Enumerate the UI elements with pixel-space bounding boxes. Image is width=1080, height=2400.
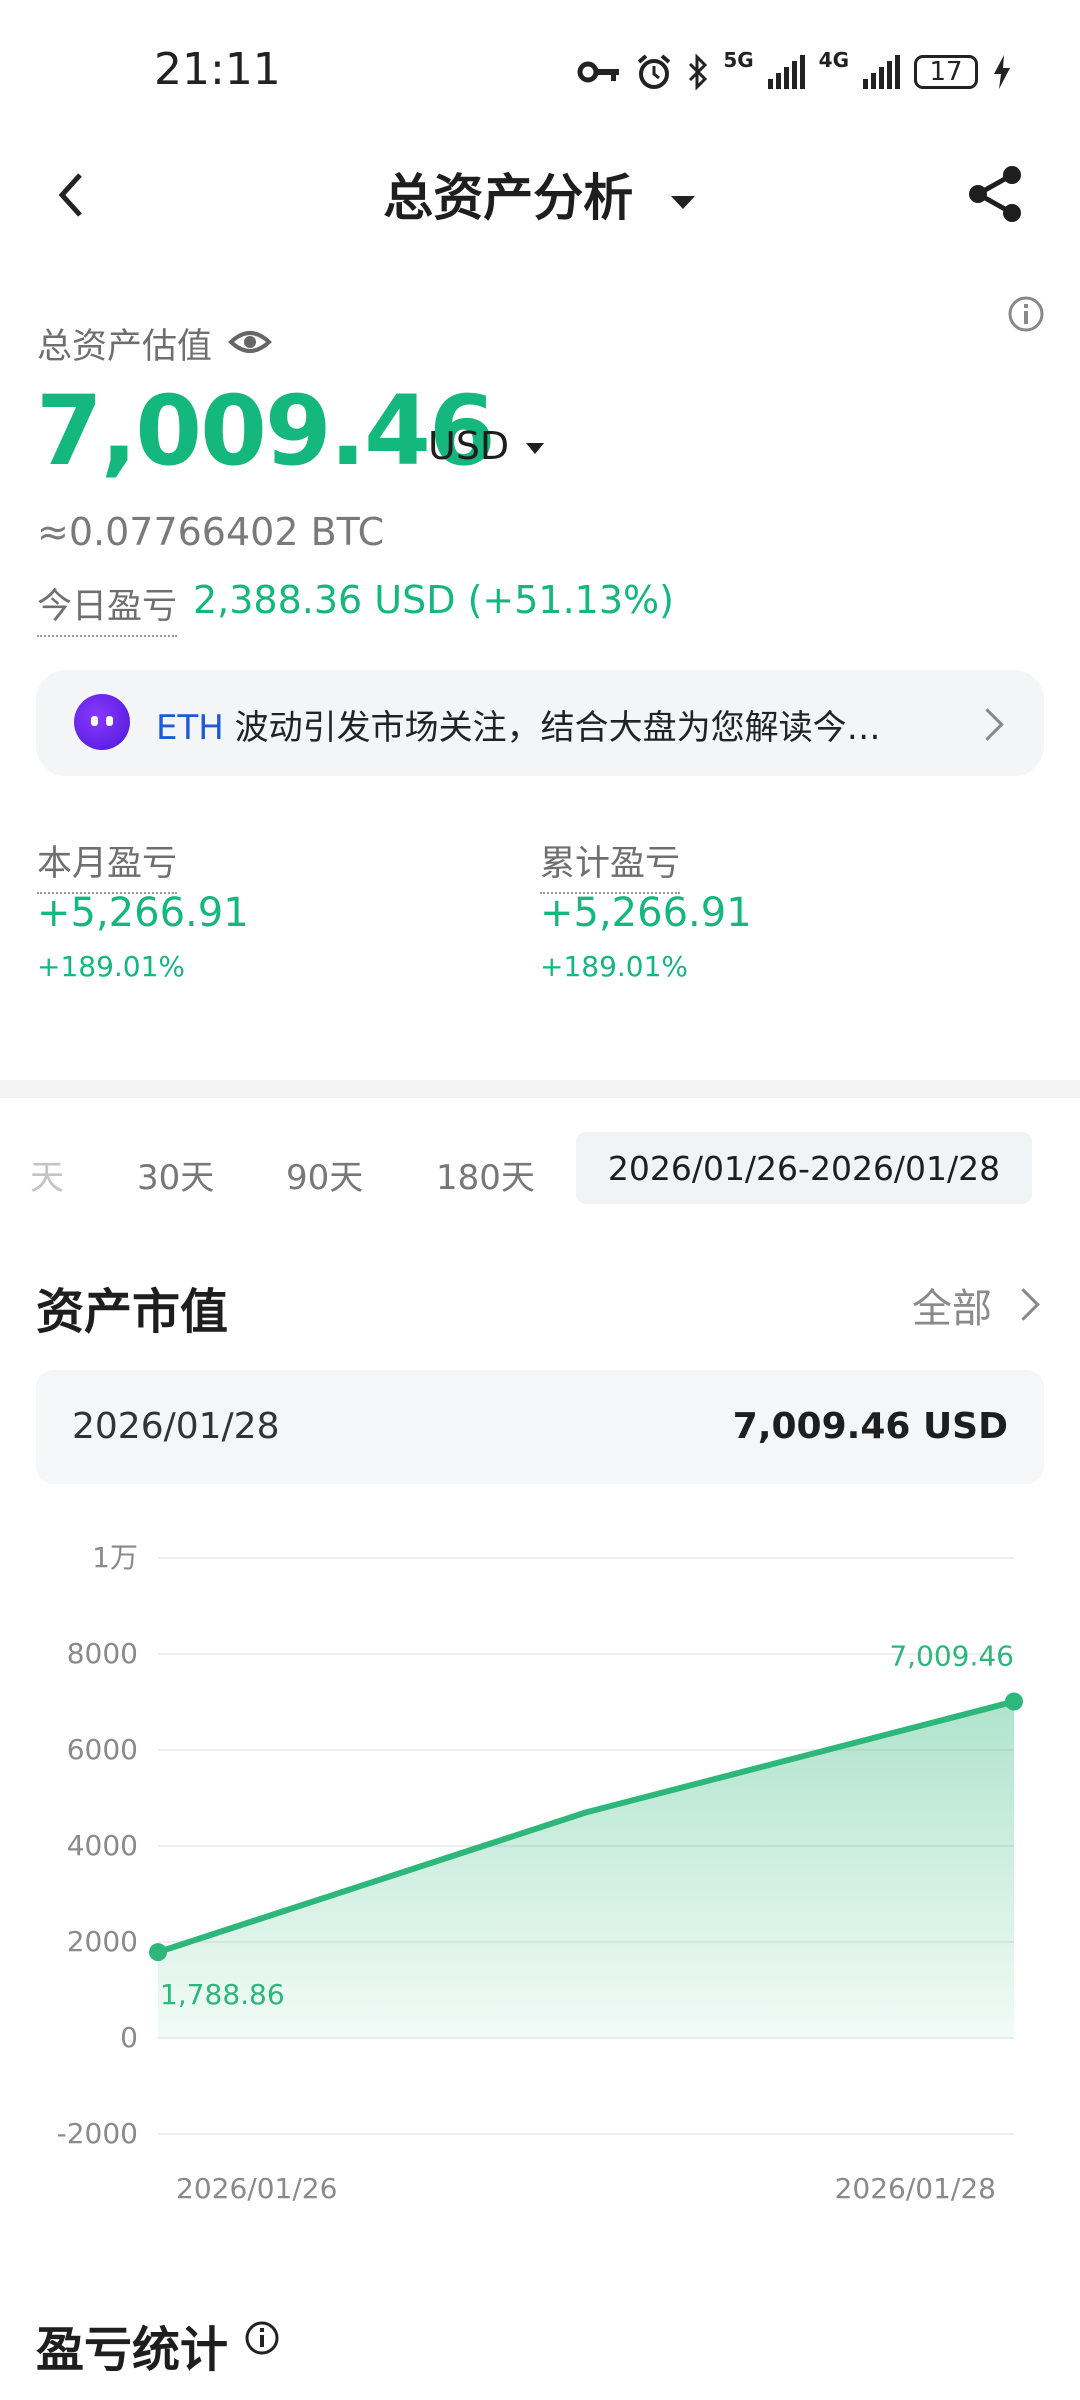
tab-partial[interactable]: 天: [30, 1150, 64, 1199]
tab-custom-range-label: 2026/01/26-2026/01/28: [607, 1148, 1001, 1188]
x-tick-label: 2026/01/26: [176, 2172, 337, 2205]
y-tick-label: 1万: [92, 1541, 138, 1574]
battery-level: 17: [929, 57, 963, 87]
page-title-dropdown[interactable]: 总资产分析: [0, 158, 1080, 230]
signal-5g-icon: [767, 55, 805, 89]
x-tick-label: 2026/01/28: [835, 2172, 996, 2205]
banner-message: 波动引发市场关注，结合大盘为您解读今…: [223, 708, 881, 748]
data-label: 7,009.46: [889, 1640, 1014, 1673]
eye-icon[interactable]: [228, 322, 272, 362]
month-pnl-label[interactable]: 本月盈亏: [37, 835, 178, 894]
tab-90d[interactable]: 90天: [286, 1150, 363, 1199]
charging-icon: [994, 55, 1010, 89]
bluetooth-icon: [689, 54, 708, 90]
data-label: 1,788.86: [160, 1978, 285, 2011]
cumulative-pnl-label[interactable]: 累计盈亏: [540, 835, 681, 894]
cumulative-pnl-percent: +189.01%: [540, 950, 689, 983]
market-value-chart[interactable]: 1万 8000 6000 4000 2000 0 -2000 1,788.86 7,009.46…: [0, 1500, 1080, 2220]
total-value: 7,009.46: [36, 375, 496, 487]
data-point: [149, 1943, 167, 1962]
network-5g-label: 5G: [723, 48, 754, 72]
selected-date: 2026/01/28: [72, 1406, 280, 1447]
tab-custom-range[interactable]: 2026/01/26-2026/01/28: [576, 1132, 1032, 1204]
y-tick-label: 0: [120, 2021, 138, 2054]
battery-icon: 17: [914, 55, 978, 89]
currency-caret-icon[interactable]: [526, 443, 544, 454]
view-all-link[interactable]: 全部: [912, 1276, 992, 1334]
y-tick-label: 6000: [67, 1733, 138, 1766]
signal-4g-icon: [863, 55, 900, 89]
tab-180d[interactable]: 180天: [436, 1150, 535, 1199]
y-tick-label: -2000: [57, 2117, 138, 2150]
banner-text[interactable]: ETH 波动引发市场关注，结合大盘为您解读今…: [156, 700, 881, 749]
key-icon: [577, 61, 620, 83]
btc-equivalent: ≈0.07766402 BTC: [37, 510, 385, 554]
month-pnl-percent: +189.01%: [37, 950, 186, 983]
caret-down-icon: [670, 195, 695, 209]
today-pnl-value: 2,388.36 USD (+51.13%): [193, 578, 674, 622]
currency-selector[interactable]: USD: [428, 424, 509, 468]
share-icon[interactable]: [964, 162, 1028, 226]
section-divider: [0, 1080, 1080, 1098]
banner-tag: ETH: [156, 708, 224, 748]
pnl-stats-title: 盈亏统计: [36, 2322, 229, 2378]
month-pnl-value: +5,266.91: [37, 890, 249, 936]
ai-bot-icon: [74, 694, 130, 750]
y-tick-label: 8000: [67, 1637, 138, 1670]
alarm-icon: [638, 54, 671, 89]
y-tick-label: 4000: [67, 1829, 138, 1862]
info-icon[interactable]: [1006, 294, 1046, 334]
total-estimate-label: 总资产估值: [37, 327, 213, 367]
chart-area-fill: [158, 1701, 1014, 2038]
info-icon[interactable]: [244, 2320, 280, 2356]
today-pnl-label[interactable]: 今日盈亏: [37, 578, 178, 637]
selected-value: 7,009.46 USD: [732, 1406, 1008, 1447]
network-4g-label: 4G: [818, 48, 849, 72]
view-all-chevron-icon[interactable]: [1007, 1288, 1040, 1321]
tab-30d[interactable]: 30天: [137, 1150, 214, 1199]
page-title: 总资产分析: [383, 169, 634, 227]
market-value-title: 资产市值: [36, 1284, 229, 1340]
status-time: 21:11: [154, 44, 281, 95]
status-icons: 5G 4G 17: [577, 48, 1012, 96]
cumulative-pnl-value: +5,266.91: [540, 890, 752, 936]
data-point: [1005, 1692, 1023, 1711]
y-tick-label: 2000: [67, 1925, 138, 1958]
